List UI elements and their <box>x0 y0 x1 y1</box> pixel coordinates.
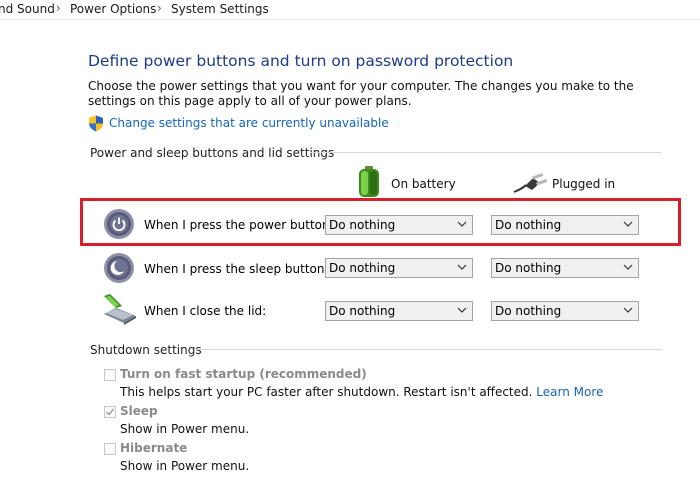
col-header-plugged-in: Plugged in <box>552 177 616 191</box>
section-divider <box>196 349 662 350</box>
page-description: Choose the power settings that you want … <box>88 79 634 108</box>
power-section-label: Power and sleep buttons and lid settings <box>90 146 335 160</box>
section-divider <box>310 152 662 153</box>
power-plug-icon <box>513 172 548 194</box>
sleep-label: Sleep <box>120 404 158 418</box>
page-title: Define power buttons and turn on passwor… <box>88 52 514 70</box>
uac-shield-icon <box>88 115 104 132</box>
row-label-power-button: When I press the power button: <box>144 218 334 232</box>
change-settings-link[interactable]: Change settings that are currently unava… <box>109 116 389 130</box>
power-button-icon <box>103 208 135 240</box>
dropdown-value: Do nothing <box>495 304 562 318</box>
dropdown-value: Do nothing <box>329 218 396 232</box>
col-header-on-battery: On battery <box>391 177 456 191</box>
dropdown-value: Do nothing <box>495 261 562 275</box>
fast-startup-description: This helps start your PC faster after sh… <box>120 385 604 399</box>
fast-startup-checkbox[interactable] <box>104 369 116 381</box>
row-label-sleep-button: When I press the sleep button: <box>144 262 329 276</box>
chevron-down-icon <box>457 221 467 227</box>
checkmark-icon <box>106 408 115 416</box>
learn-more-link[interactable]: Learn More <box>536 385 603 399</box>
power-button-plugged-dropdown[interactable]: Do nothing <box>491 215 639 235</box>
dropdown-value: Do nothing <box>329 261 396 275</box>
row-label-close-lid: When I close the lid: <box>144 304 267 318</box>
chevron-down-icon <box>623 264 633 270</box>
sleep-description: Show in Power menu. <box>120 422 250 436</box>
close-lid-battery-dropdown[interactable]: Do nothing <box>325 301 473 321</box>
battery-icon <box>356 166 382 198</box>
dropdown-value: Do nothing <box>495 218 562 232</box>
chevron-right-icon: › <box>157 1 162 15</box>
sleep-button-icon <box>103 252 135 284</box>
close-lid-plugged-dropdown[interactable]: Do nothing <box>491 301 639 321</box>
fast-startup-label: Turn on fast startup (recommended) <box>120 367 367 381</box>
shutdown-section-label: Shutdown settings <box>90 343 202 357</box>
dropdown-value: Do nothing <box>329 304 396 318</box>
hibernate-label: Hibernate <box>120 441 188 455</box>
chevron-down-icon <box>457 307 467 313</box>
chevron-right-icon: › <box>56 1 61 15</box>
sleep-button-plugged-dropdown[interactable]: Do nothing <box>491 258 639 278</box>
chevron-down-icon <box>623 221 633 227</box>
breadcrumb-item-system-settings[interactable]: System Settings <box>171 2 269 16</box>
divider <box>0 19 700 20</box>
hibernate-checkbox[interactable] <box>104 443 116 455</box>
hibernate-description: Show in Power menu. <box>120 459 250 473</box>
breadcrumb-item-sound[interactable]: nd Sound <box>0 2 55 16</box>
sleep-button-battery-dropdown[interactable]: Do nothing <box>325 258 473 278</box>
sleep-checkbox[interactable] <box>104 406 116 418</box>
breadcrumb-item-power-options[interactable]: Power Options <box>70 2 156 16</box>
laptop-lid-icon <box>100 292 138 326</box>
power-button-battery-dropdown[interactable]: Do nothing <box>325 215 473 235</box>
chevron-down-icon <box>457 264 467 270</box>
chevron-down-icon <box>623 307 633 313</box>
